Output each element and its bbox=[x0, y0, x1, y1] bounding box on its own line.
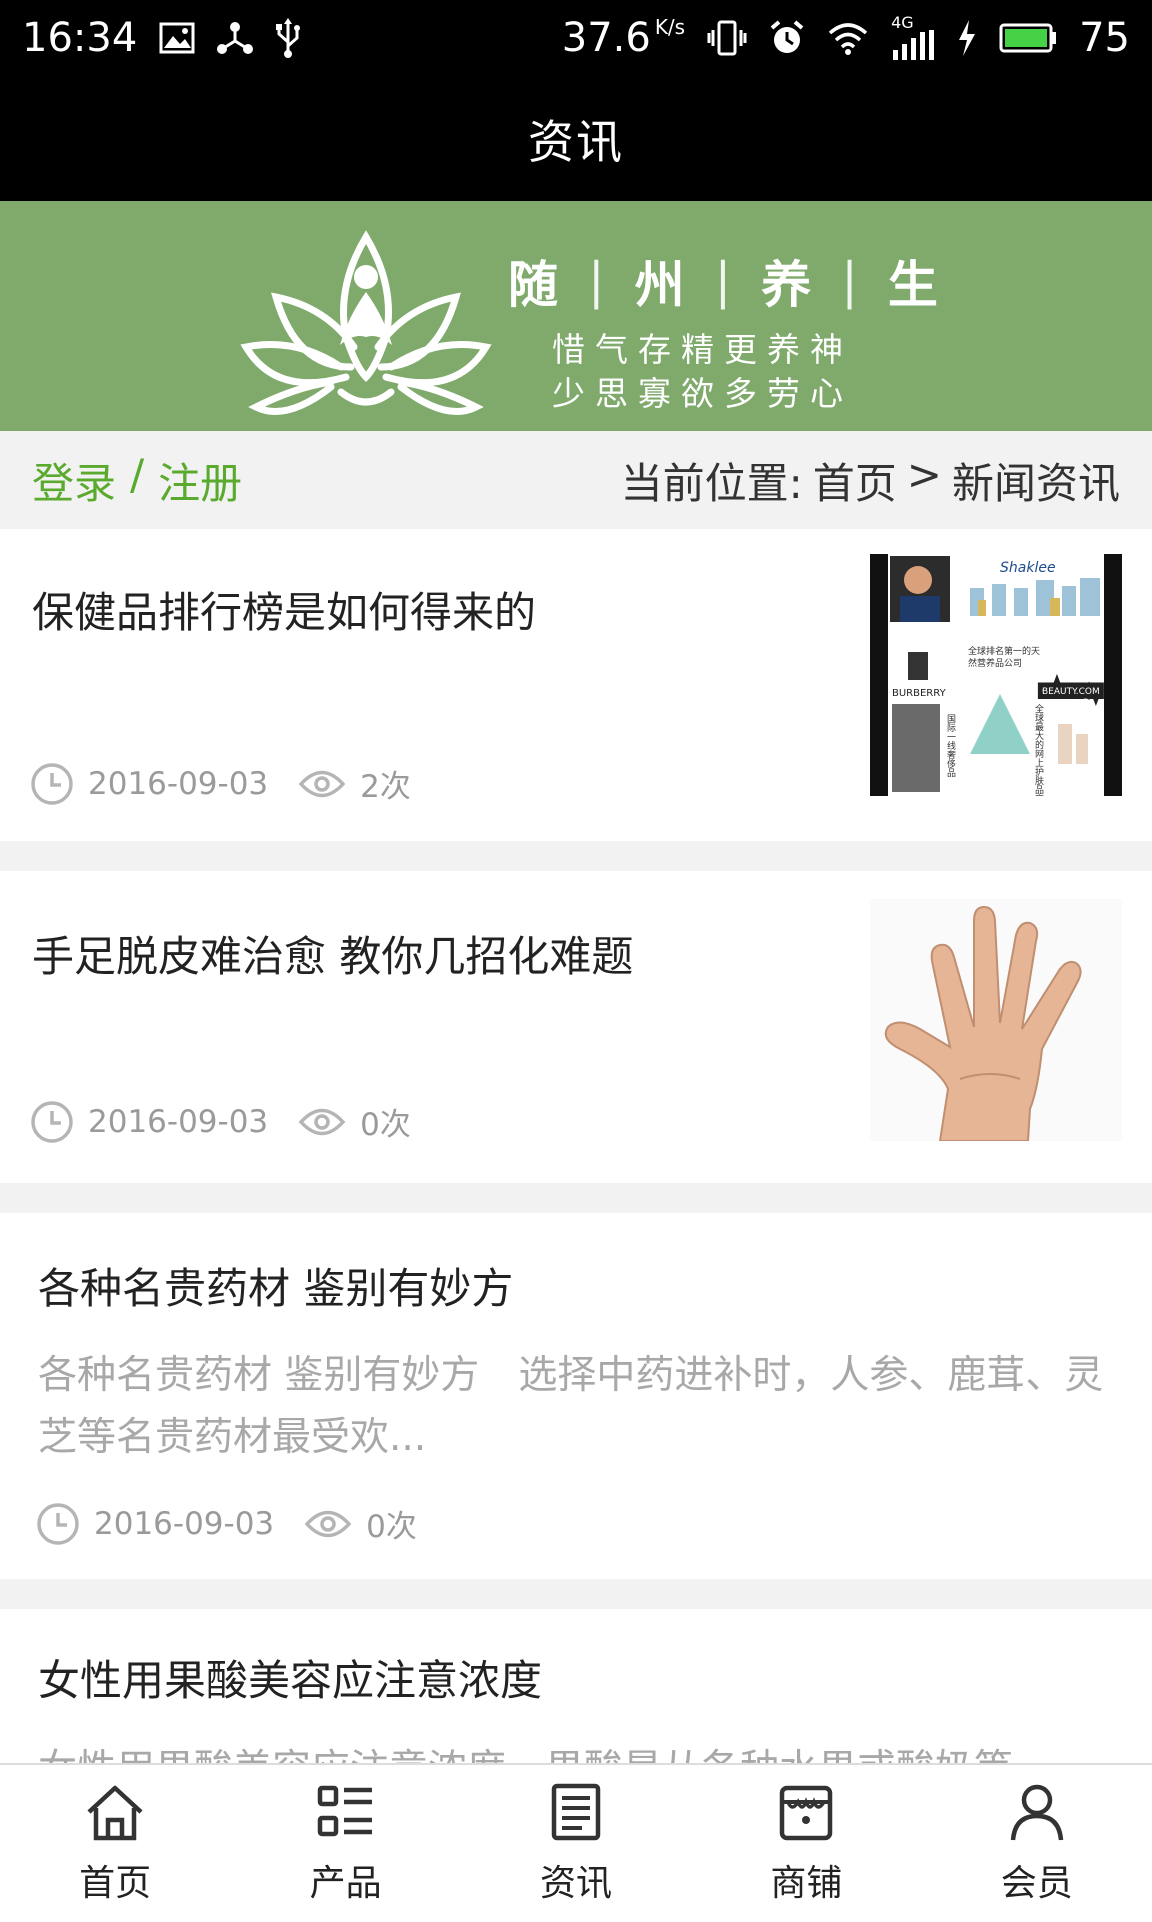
hand-image bbox=[870, 899, 1122, 1141]
image-icon bbox=[159, 22, 195, 54]
clock-icon bbox=[30, 762, 74, 806]
app-header: 资讯 bbox=[0, 76, 1152, 201]
signal-icon bbox=[891, 30, 935, 60]
network-speed: 37.6 bbox=[561, 15, 651, 61]
nav-label: 资讯 bbox=[539, 1862, 612, 1904]
product-list-icon bbox=[314, 1782, 378, 1846]
nav-label: 产品 bbox=[309, 1862, 382, 1904]
usb-icon bbox=[275, 18, 301, 58]
bottom-nav: 首页 产品 资讯 商铺 会员 bbox=[0, 1763, 1152, 1922]
eye-icon bbox=[304, 1507, 352, 1541]
news-item[interactable]: 各种名贵药材 鉴别有妙方 各种名贵药材 鉴别有妙方 选择中药进补时，人参、鹿茸、… bbox=[0, 1213, 1152, 1579]
nav-shop[interactable]: 商铺 bbox=[716, 1782, 896, 1906]
thumb-beauty-text: BEAUTY.COM bbox=[1042, 687, 1100, 697]
banner-motto-line2: 少思寡欲多劳心 bbox=[552, 374, 853, 413]
thumb-caption-line2: 然营养品公司 bbox=[968, 657, 1022, 669]
news-meta: 2016-09-03 0次 bbox=[30, 1099, 411, 1144]
nav-news[interactable]: 资讯 bbox=[486, 1782, 666, 1906]
breadcrumb-home[interactable]: 首页 bbox=[813, 450, 897, 511]
user-icon bbox=[1005, 1782, 1069, 1846]
battery-percent: 75 bbox=[1079, 15, 1130, 61]
brand-char: 随 bbox=[508, 255, 558, 314]
brand-separator: | bbox=[841, 252, 859, 310]
auth-links: 登录 / 注册 bbox=[32, 450, 242, 511]
news-summary: 各种名贵药材 鉴别有妙方 选择中药进补时，人参、鹿茸、灵芝等名贵药材最受欢... bbox=[38, 1353, 1104, 1460]
clock-icon bbox=[30, 1100, 74, 1144]
news-date: 2016-09-03 bbox=[94, 1505, 275, 1542]
news-views: 0次 bbox=[360, 1107, 411, 1143]
news-list: 保健品排行榜是如何得来的 2016-09-03 2次 Shaklee 全球排名第… bbox=[0, 529, 1152, 1839]
location-label: 当前位置: bbox=[620, 458, 803, 508]
login-link[interactable]: 登录 bbox=[32, 450, 116, 511]
news-title[interactable]: 保健品排行榜是如何得来的 bbox=[32, 579, 536, 640]
nav-label: 首页 bbox=[79, 1862, 152, 1904]
shop-icon bbox=[774, 1782, 838, 1846]
thumb-vertical-text1: 国际一线奢侈品 bbox=[945, 714, 956, 778]
nav-home[interactable]: 首页 bbox=[25, 1782, 205, 1906]
network-type: 4G bbox=[891, 13, 914, 32]
breadcrumb-arrow: > bbox=[906, 449, 942, 499]
breadcrumb-bar: 登录 / 注册 当前位置: 首页 > 新闻资讯 bbox=[0, 431, 1152, 529]
vibrate-icon bbox=[707, 20, 747, 56]
network-speed-unit: K/s bbox=[654, 15, 686, 39]
brand-char: 养 bbox=[761, 255, 812, 314]
status-bar: 16:34 37.6 K/s 4G 75 bbox=[0, 0, 1152, 76]
wifi-icon bbox=[827, 21, 869, 55]
news-title[interactable]: 各种名贵药材 鉴别有妙方 bbox=[38, 1255, 513, 1316]
news-views: 0次 bbox=[366, 1509, 417, 1545]
brand-separator: | bbox=[587, 252, 605, 310]
home-icon bbox=[83, 1782, 147, 1846]
battery-icon bbox=[999, 23, 1057, 53]
share-icon bbox=[217, 21, 254, 55]
brand-char: 州 bbox=[634, 255, 685, 314]
status-time: 16:34 bbox=[22, 15, 138, 61]
banner-brand: 随 | 州 | 养 | 生 bbox=[508, 245, 938, 317]
news-views: 2次 bbox=[360, 769, 411, 805]
brand-char: 生 bbox=[887, 255, 938, 314]
news-item[interactable]: 手足脱皮难治愈 教你几招化难题 2016-09-03 0次 bbox=[0, 871, 1152, 1183]
banner: 随 | 州 | 养 | 生 惜气存精更养神 少思寡欲多劳心 bbox=[0, 201, 1152, 431]
auth-separator: / bbox=[130, 449, 145, 499]
nav-products[interactable]: 产品 bbox=[256, 1782, 436, 1906]
news-meta: 2016-09-03 2次 bbox=[30, 761, 411, 806]
register-link[interactable]: 注册 bbox=[158, 450, 242, 511]
news-title[interactable]: 手足脱皮难治愈 教你几招化难题 bbox=[32, 923, 633, 984]
breadcrumb: 当前位置: 首页 > 新闻资讯 bbox=[621, 450, 1120, 511]
eye-icon bbox=[298, 1105, 346, 1139]
news-date: 2016-09-03 bbox=[88, 1103, 269, 1140]
clock-icon bbox=[36, 1502, 80, 1546]
thumb-logo-text: BURBERRY bbox=[892, 688, 947, 699]
news-date: 2016-09-03 bbox=[88, 765, 269, 802]
thumb-vertical-text2: 全球最大的网上护肤品商城 bbox=[1033, 703, 1044, 796]
eye-icon bbox=[298, 767, 346, 801]
alarm-icon bbox=[769, 20, 805, 56]
brand-separator: | bbox=[714, 252, 732, 310]
breadcrumb-current: 新闻资讯 bbox=[951, 458, 1120, 508]
thumb-brand-text: Shaklee bbox=[1000, 560, 1056, 576]
news-title[interactable]: 女性用果酸美容应注意浓度 bbox=[38, 1647, 542, 1708]
banner-motto-line1: 惜气存精更养神 bbox=[552, 330, 853, 369]
news-thumbnail[interactable] bbox=[870, 899, 1122, 1141]
thumb-caption-line1: 全球排名第一的天 bbox=[968, 645, 1040, 657]
charging-icon bbox=[957, 20, 977, 56]
lotus-logo-icon bbox=[236, 217, 496, 431]
news-meta: 2016-09-03 0次 bbox=[36, 1501, 417, 1546]
nav-label: 会员 bbox=[1000, 1862, 1073, 1904]
news-icon bbox=[544, 1782, 608, 1846]
news-item[interactable]: 保健品排行榜是如何得来的 2016-09-03 2次 Shaklee 全球排名第… bbox=[0, 529, 1152, 841]
news-thumbnail[interactable]: Shaklee 全球排名第一的天 然营养品公司 BURBERRY BEAUTY.… bbox=[870, 554, 1122, 796]
page-title: 资讯 bbox=[528, 114, 624, 169]
nav-member[interactable]: 会员 bbox=[947, 1782, 1127, 1906]
nav-label: 商铺 bbox=[770, 1862, 843, 1904]
